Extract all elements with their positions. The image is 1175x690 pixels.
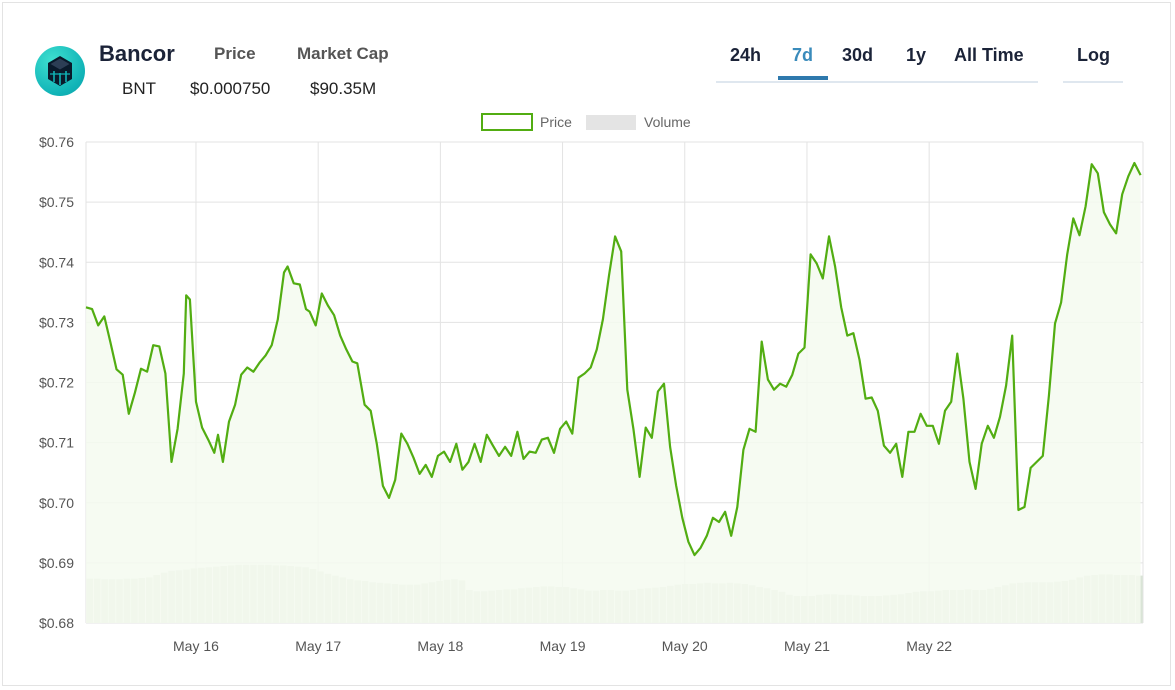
legend-price-label: Price <box>540 114 572 130</box>
x-tick-label: May 19 <box>540 638 586 654</box>
legend-price-swatch <box>481 113 533 131</box>
y-tick-label: $0.70 <box>39 495 74 511</box>
y-tick-label: $0.68 <box>39 615 74 631</box>
price-area <box>86 163 1141 623</box>
legend-volume-label: Volume <box>644 114 691 130</box>
legend-volume-swatch <box>586 115 636 130</box>
x-tick-label: May 16 <box>173 638 219 654</box>
y-tick-label: $0.76 <box>39 134 74 150</box>
y-tick-label: $0.74 <box>39 254 74 270</box>
x-tick-label: May 21 <box>784 638 830 654</box>
x-tick-label: May 22 <box>906 638 952 654</box>
y-tick-label: $0.73 <box>39 314 74 330</box>
price-chart: $0.76 $0.75 $0.74 $0.73 $0.72 $0.71 $0.70 $0.69… <box>39 113 1144 654</box>
x-tick-label: May 17 <box>295 638 341 654</box>
y-tick-label: $0.71 <box>39 435 74 451</box>
y-tick-label: $0.75 <box>39 194 74 210</box>
y-tick-label: $0.72 <box>39 375 74 391</box>
x-tick-label: May 18 <box>417 638 463 654</box>
y-tick-label: $0.69 <box>39 555 74 571</box>
x-tick-label: May 20 <box>662 638 708 654</box>
